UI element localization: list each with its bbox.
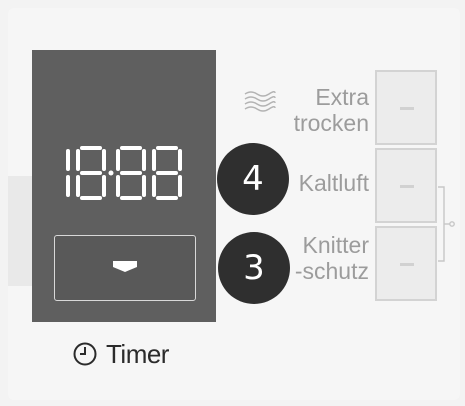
extra-trocken-button[interactable]: [375, 70, 437, 145]
knitterschutz-button[interactable]: [375, 226, 437, 301]
timer-caption: Timer: [72, 338, 169, 370]
extra-line: Extra: [315, 84, 369, 110]
option-kaltluft-label: Kaltluft: [298, 170, 369, 196]
option-knitterschutz-label: Knitter -schutz: [295, 232, 369, 284]
knitter-line: Knitter: [302, 232, 369, 258]
button-indicator: [400, 185, 414, 188]
button-indicator: [400, 107, 414, 110]
panel-edge-strip: [8, 176, 34, 286]
kaltluft-button[interactable]: [375, 148, 437, 223]
option-extra-trocken-label: Extra trocken: [294, 84, 369, 136]
display-panel: [32, 50, 216, 322]
callout-badge-4: 4: [217, 143, 289, 215]
timer-label: Timer: [106, 338, 169, 369]
clock-icon: [73, 342, 97, 366]
option-keys: [375, 70, 437, 302]
schutz-line: -schutz: [294, 258, 369, 284]
down-arrow-icon: [113, 261, 137, 272]
timer-down-button[interactable]: [54, 235, 196, 301]
steam-icon: [244, 91, 276, 112]
time-display: [66, 146, 182, 200]
button-indicator: [400, 263, 414, 266]
trocken-line: trocken: [293, 110, 369, 136]
callout-badge-3: 3: [218, 232, 290, 304]
combination-bracket-icon: [438, 186, 455, 262]
